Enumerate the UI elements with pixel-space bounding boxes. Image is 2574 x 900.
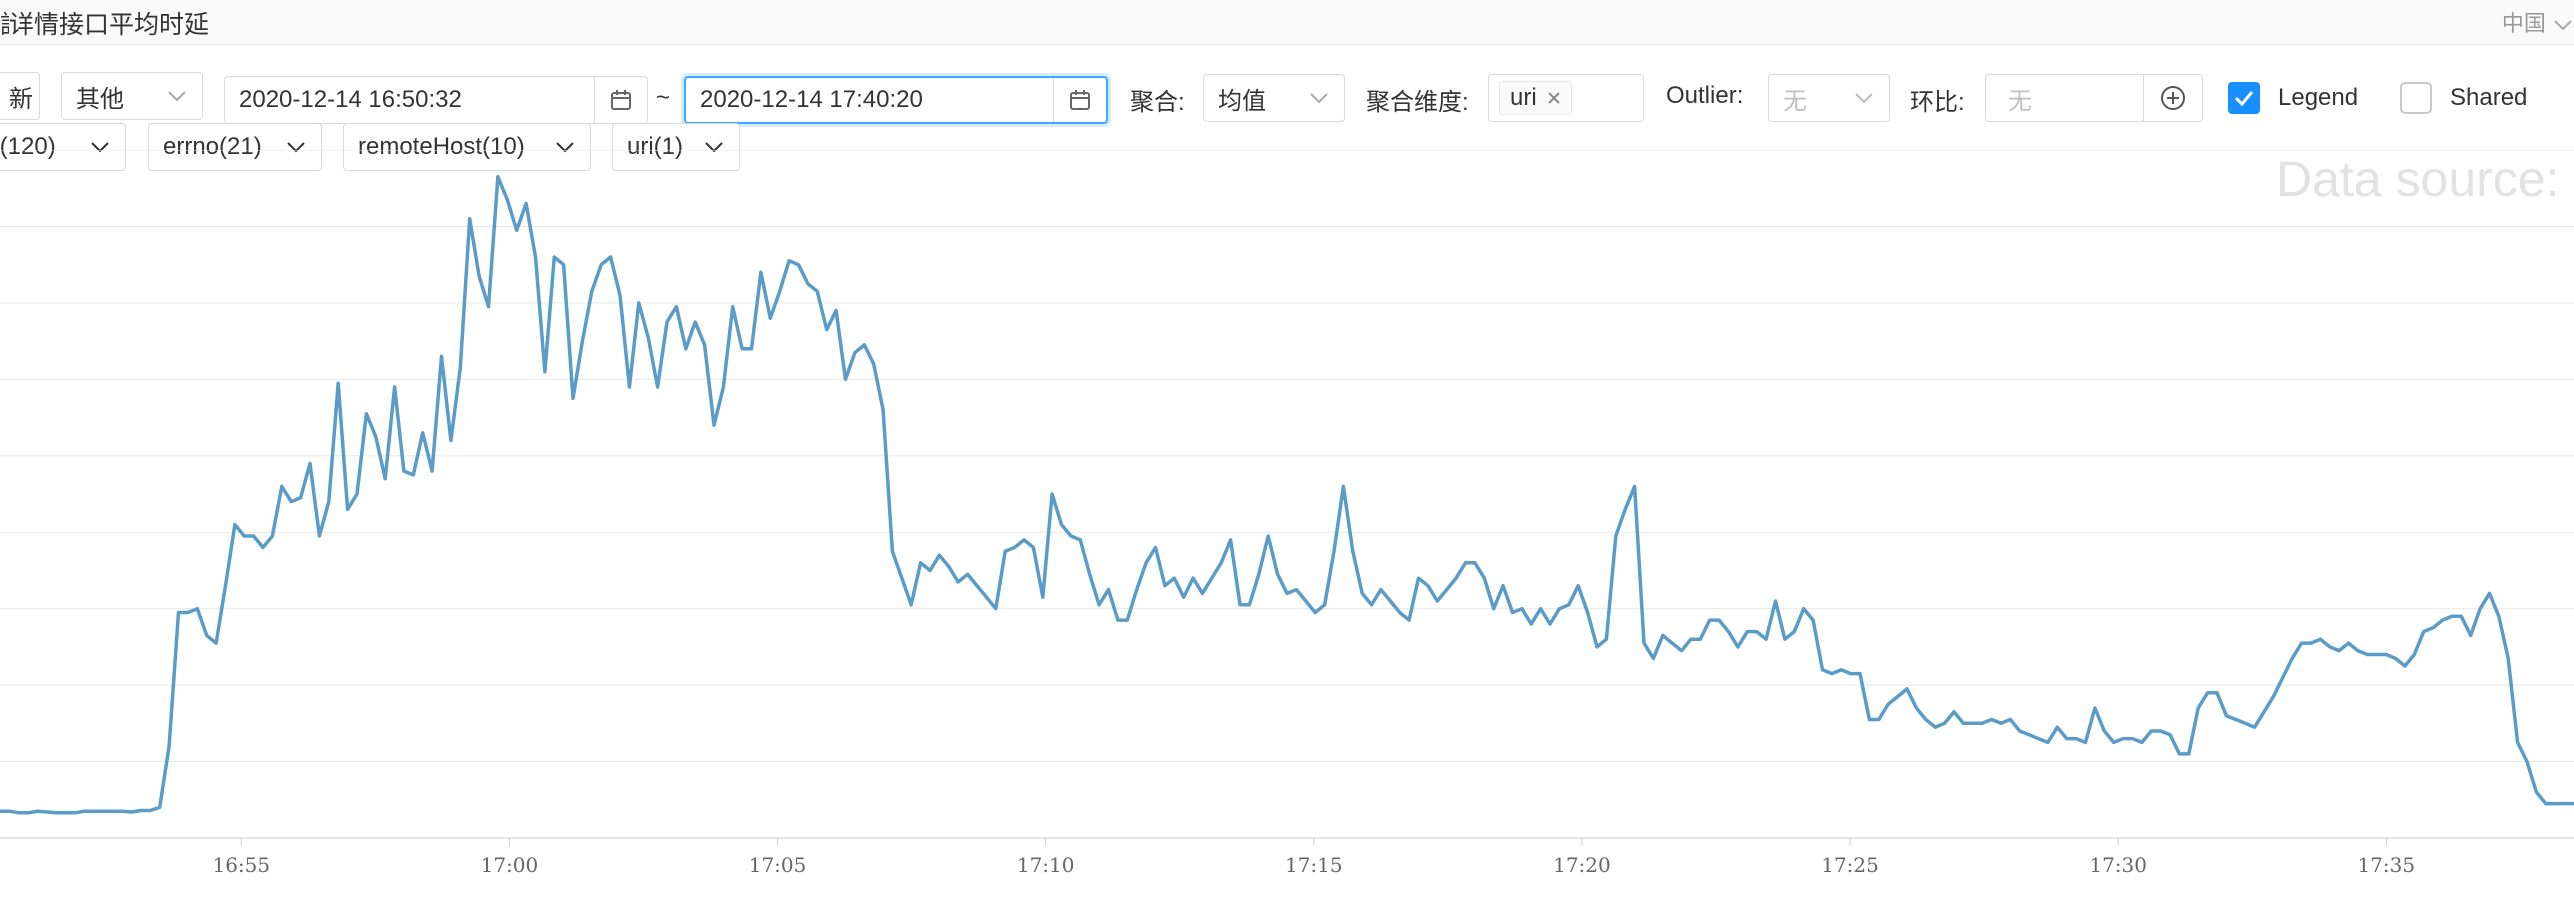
calendar-icon <box>1070 90 1090 110</box>
shared-label: Shared <box>2450 84 2528 111</box>
preset-value: 其他 <box>76 85 124 113</box>
x-tick-label: 17:25 <box>1821 853 1879 877</box>
outlier-select[interactable]: 无 <box>1768 74 1890 122</box>
x-tick-label: 17:15 <box>1285 853 1343 877</box>
region-select[interactable]: 中国 <box>2502 6 2574 38</box>
end-time-input[interactable]: 2020-12-14 17:40:20 <box>684 76 1108 124</box>
chevron-down-icon <box>1310 93 1328 104</box>
latency-line-chart[interactable]: 16:55 17:00 17:05 17:10 17:15 17:20 17:25 17:30… <box>0 150 2574 900</box>
close-icon[interactable] <box>1547 91 1561 105</box>
aggregation-label: 聚合: <box>1130 89 1185 116</box>
x-tick-label: 17:30 <box>2089 853 2147 877</box>
refresh-label: 新 <box>9 85 33 113</box>
x-tick-label: 17:10 <box>1017 853 1075 877</box>
calendar-icon <box>611 90 631 110</box>
agg-dimension-select[interactable]: uri <box>1488 74 1644 122</box>
start-calendar-button[interactable] <box>594 77 647 123</box>
compare-placeholder: 无 <box>2008 87 2032 115</box>
chevron-down-icon <box>1855 93 1873 104</box>
page-title-prefix: 詳 <box>0 5 9 41</box>
refresh-button[interactable]: 新 <box>0 72 40 120</box>
agg-dimension-tag[interactable]: uri <box>1499 81 1572 115</box>
series-line-0[interactable] <box>0 175 2574 815</box>
x-tick-label: 17:35 <box>2357 853 2415 877</box>
outlier-value: 无 <box>1783 87 1807 115</box>
aggregation-value: 均值 <box>1218 87 1266 115</box>
preset-select[interactable]: 其他 <box>61 72 203 120</box>
chevron-down-icon <box>168 91 186 102</box>
x-tick-label: 16:55 <box>212 853 270 877</box>
end-time-value: 2020-12-14 17:40:20 <box>700 86 923 113</box>
x-tick-label: 17:00 <box>481 853 539 877</box>
chevron-down-icon <box>2554 20 2572 31</box>
compare-input[interactable]: 无 <box>1985 74 2203 122</box>
outlier-label: Outlier: <box>1666 82 1744 109</box>
series-layer <box>0 175 2574 815</box>
aggregation-select[interactable]: 均值 <box>1203 74 1345 122</box>
x-tick-label: 17:05 <box>749 853 807 877</box>
compare-label: 环比: <box>1910 89 1965 116</box>
start-time-input[interactable]: 2020-12-14 16:50:32 <box>224 76 648 124</box>
checkbox-checked-icon[interactable] <box>2228 82 2260 114</box>
agg-dimension-label: 聚合维度: <box>1366 89 1469 116</box>
page-title-text: 详情接口平均时延 <box>9 11 210 39</box>
agg-dimension-tag-label: uri <box>1510 84 1537 111</box>
legend-toggle[interactable]: Legend <box>2228 82 2358 114</box>
plus-circle-icon <box>2161 86 2185 110</box>
range-separator: ~ <box>656 84 671 111</box>
shared-toggle[interactable]: Shared <box>2400 82 2527 114</box>
x-axis: 16:55 17:00 17:05 17:10 17:15 17:20 17:25 17:30… <box>0 837 2574 877</box>
legend-label: Legend <box>2278 84 2359 111</box>
x-tick-label: 17:20 <box>1553 853 1611 877</box>
region-label: 中国 <box>2501 11 2546 36</box>
title-bar <box>0 0 2574 45</box>
end-calendar-button[interactable] <box>1053 78 1106 122</box>
checkbox-unchecked-icon[interactable] <box>2400 82 2432 114</box>
start-time-value: 2020-12-14 16:50:32 <box>239 86 462 113</box>
compare-add-button[interactable] <box>2143 75 2202 121</box>
page-title: 詳详情接口平均时延 <box>0 5 209 41</box>
